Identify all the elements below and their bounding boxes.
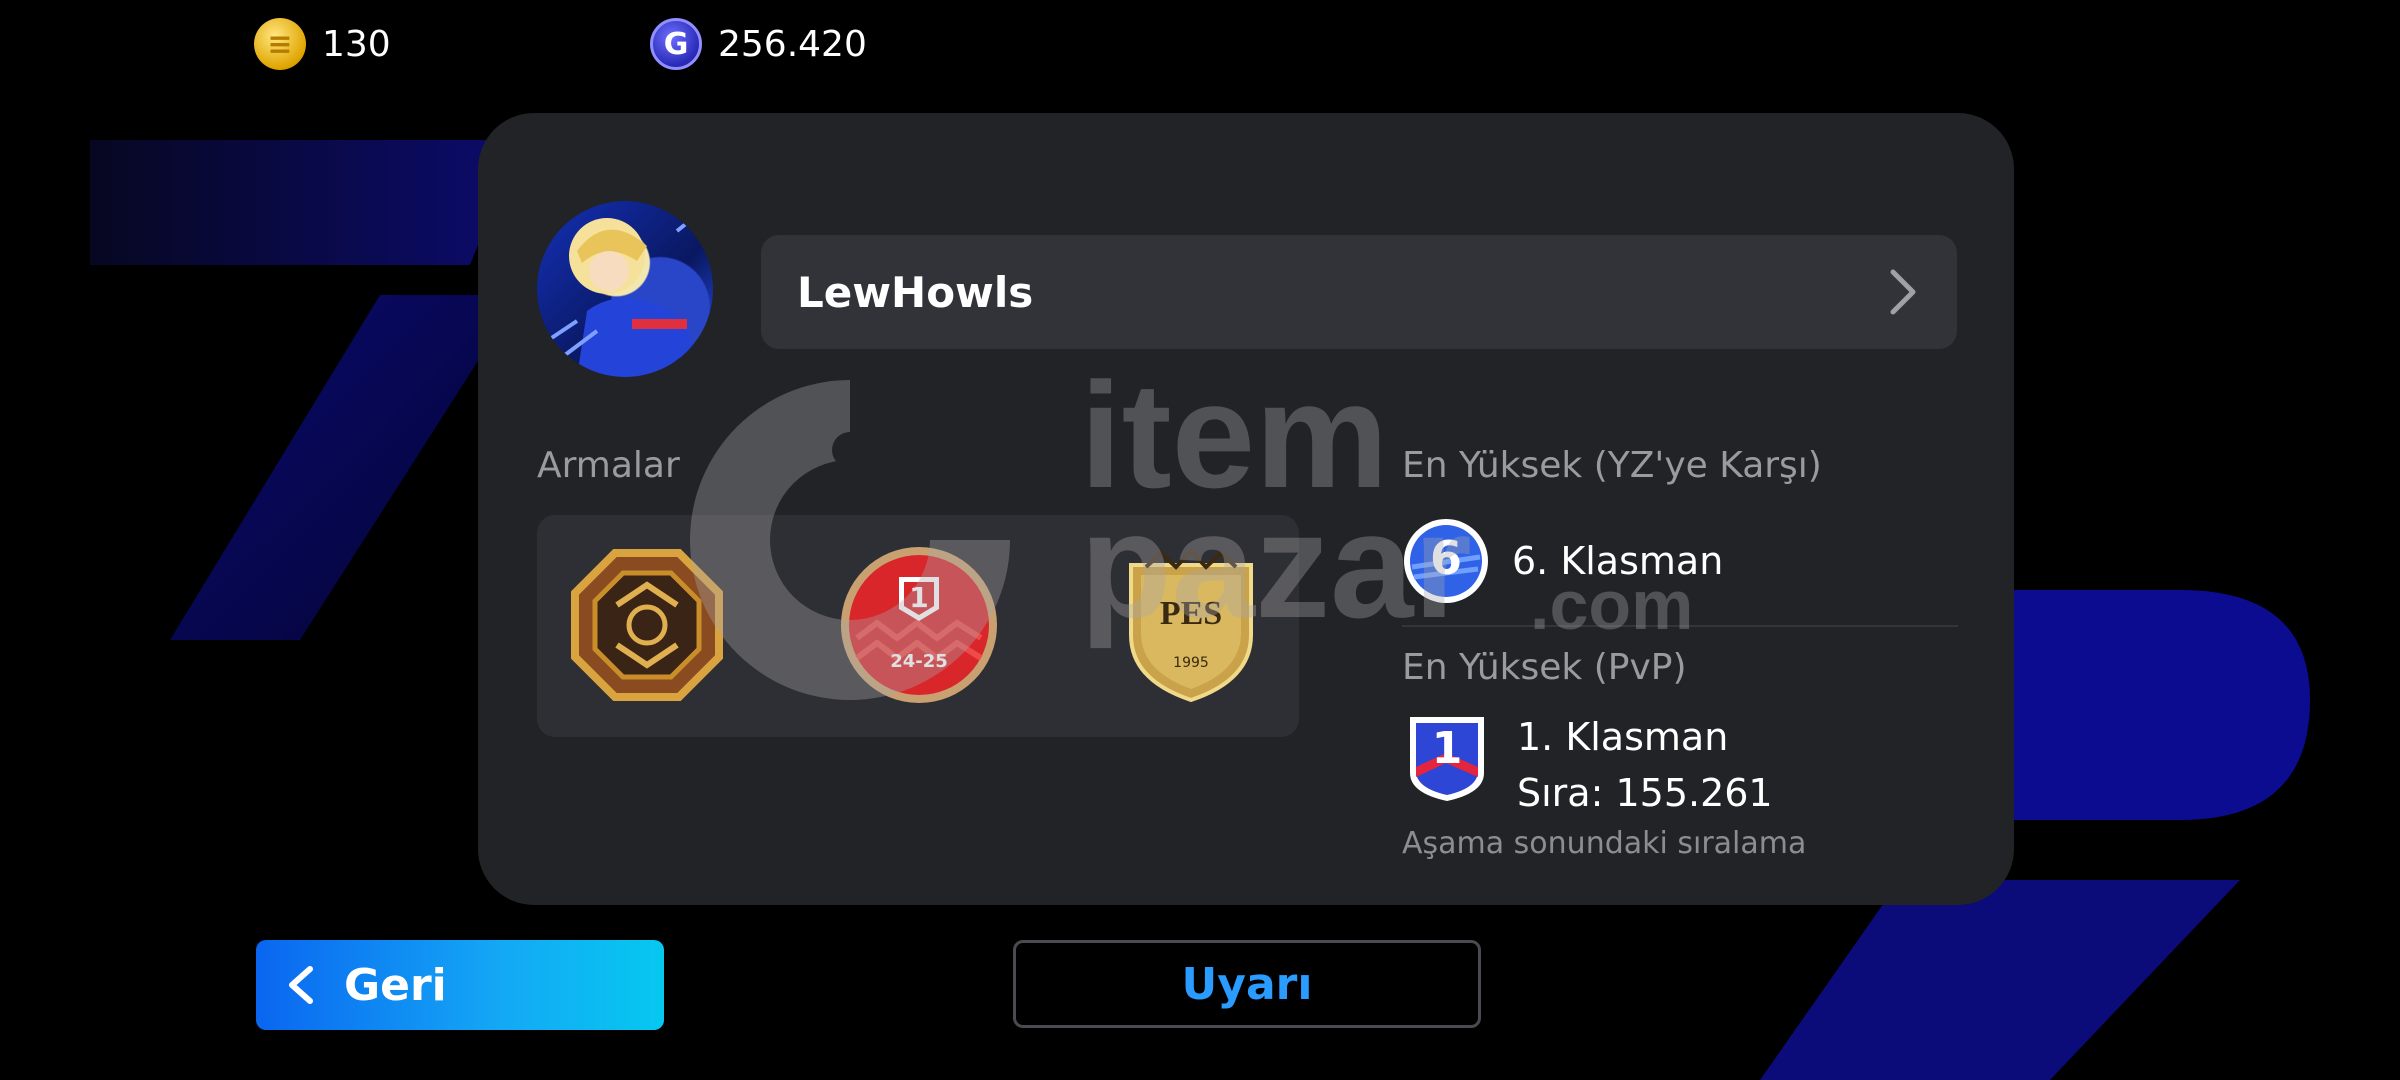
gp-value: 256.420 <box>718 23 867 65</box>
division-1-number: 1 <box>1431 723 1463 774</box>
ai-rank-heading: En Yüksek (YZ'ye Karşı) <box>1402 445 1822 486</box>
chevron-left-icon <box>289 966 313 1004</box>
back-button[interactable]: Geri <box>256 940 664 1030</box>
gp-balance: G 256.420 <box>650 18 867 70</box>
coin-icon: ≡ <box>254 18 306 70</box>
pes-emblem-text: PES <box>1159 595 1223 632</box>
username-button[interactable]: LewHowls <box>761 235 1957 349</box>
report-button-label: Uyarı <box>1181 958 1313 1010</box>
pvp-rank-info: 1. Klasman Sıra: 155.261 <box>1517 709 1773 821</box>
octagon-emblem-icon[interactable] <box>565 543 729 707</box>
profile-card: LewHowls Armalar 1 24-25 PES 1995 En Yük… <box>478 113 2014 905</box>
avatar <box>537 201 713 377</box>
pvp-rank-position: Sıra: 155.261 <box>1517 771 1773 815</box>
gp-icon: G <box>650 18 702 70</box>
pes-shield-emblem-icon[interactable]: PES 1995 <box>1109 543 1273 707</box>
division-season: 24-25 <box>890 651 948 672</box>
emblems-heading: Armalar <box>537 445 680 486</box>
rank-divider <box>1402 625 1958 627</box>
ai-rank-row: 6 6. Klasman <box>1402 517 1723 605</box>
report-button[interactable]: Uyarı <box>1013 940 1481 1028</box>
username: LewHowls <box>797 267 1034 317</box>
division-1-badge-icon: 1 <box>1406 709 1488 803</box>
division-emblem-icon[interactable]: 1 24-25 <box>837 543 1001 707</box>
division-number: 1 <box>909 581 929 614</box>
chevron-right-icon <box>1885 269 1921 315</box>
division-6-number: 6 <box>1429 531 1462 585</box>
coin-balance: ≡ 130 <box>254 18 391 70</box>
pvp-rank-label: 1. Klasman <box>1517 715 1729 759</box>
coin-value: 130 <box>322 23 391 65</box>
ai-rank-label: 6. Klasman <box>1512 539 1724 583</box>
division-6-badge-icon: 6 <box>1402 517 1490 605</box>
stage-end-note: Aşama sonundaki sıralama <box>1402 826 1807 861</box>
back-button-label: Geri <box>344 959 447 1011</box>
avatar-image <box>545 209 704 377</box>
emblems-panel: 1 24-25 PES 1995 <box>537 515 1299 737</box>
pes-emblem-year: 1995 <box>1173 655 1209 671</box>
pvp-rank-heading: En Yüksek (PvP) <box>1402 647 1687 688</box>
